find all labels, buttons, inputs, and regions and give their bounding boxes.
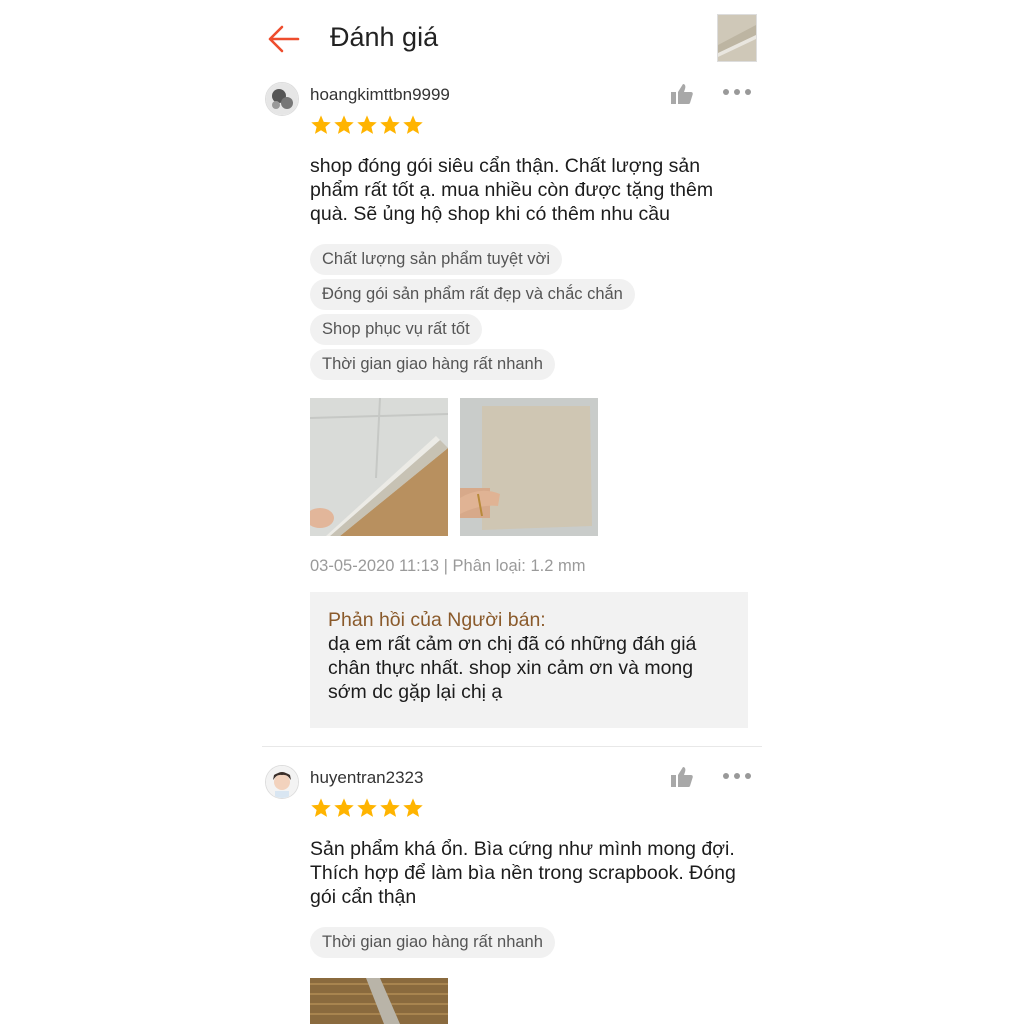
star-icon xyxy=(311,798,331,817)
divider xyxy=(262,746,762,747)
star-icon xyxy=(380,115,400,134)
review-tag: Thời gian giao hàng rất nhanh xyxy=(310,927,555,958)
seller-reply-title: Phản hồi của Người bán: xyxy=(328,609,546,631)
top-bar: Đánh giá xyxy=(262,0,762,78)
reviewer-username[interactable]: huyentran2323 xyxy=(310,768,423,788)
star-icon xyxy=(334,115,354,134)
avatar[interactable] xyxy=(265,765,299,799)
star-icon xyxy=(403,798,423,817)
thumbs-up-icon[interactable] xyxy=(670,766,694,788)
thumbs-up-icon[interactable] xyxy=(670,83,694,105)
page-title: Đánh giá xyxy=(330,22,439,52)
star-icon xyxy=(357,115,377,134)
more-horizontal-icon[interactable] xyxy=(722,86,752,98)
review-tag: Shop phục vụ rất tốt xyxy=(310,314,482,345)
review-meta: 03-05-2020 11:13 | Phân loại: 1.2 mm xyxy=(310,557,586,575)
review-text: shop đóng gói siêu cẩn thận. Chất lượng … xyxy=(310,155,714,225)
product-thumbnail[interactable] xyxy=(717,14,757,62)
star-icon xyxy=(311,115,331,134)
review-tag: Thời gian giao hàng rất nhanh xyxy=(310,349,555,380)
review-card: huyentran2323 Sản phẩm khá ổn. Bìa cứng … xyxy=(262,761,762,1024)
star-icon xyxy=(403,115,423,134)
more-horizontal-icon[interactable] xyxy=(722,770,752,782)
review-photo[interactable] xyxy=(310,978,448,1024)
review-tags: Thời gian giao hàng rất nhanh xyxy=(310,927,750,962)
avatar[interactable] xyxy=(265,82,299,116)
star-icon xyxy=(334,798,354,817)
star-icon xyxy=(380,798,400,817)
star-rating xyxy=(310,797,424,819)
review-text: Sản phẩm khá ổn. Bìa cứng như mình mong … xyxy=(310,838,736,908)
seller-reply-text: dạ em rất cảm ơn chị đã có những đáh giá… xyxy=(328,633,697,703)
review-tag: Đóng gói sản phẩm rất đẹp và chắc chắn xyxy=(310,279,635,310)
reviewer-username[interactable]: hoangkimttbn9999 xyxy=(310,85,450,105)
review-tag: Chất lượng sản phẩm tuyệt vời xyxy=(310,244,563,275)
arrow-left-icon[interactable] xyxy=(266,22,300,56)
review-photo[interactable] xyxy=(460,398,598,536)
star-icon xyxy=(357,798,377,817)
review-card: hoangkimttbn9999 shop đóng gói siêu cẩn … xyxy=(262,78,762,738)
review-tags: Chất lượng sản phẩm tuyệt vời Đóng gói s… xyxy=(310,244,750,384)
star-rating xyxy=(310,114,424,136)
review-photo[interactable] xyxy=(310,398,448,536)
seller-reply: Phản hồi của Người bán: dạ em rất cảm ơn… xyxy=(310,592,748,728)
